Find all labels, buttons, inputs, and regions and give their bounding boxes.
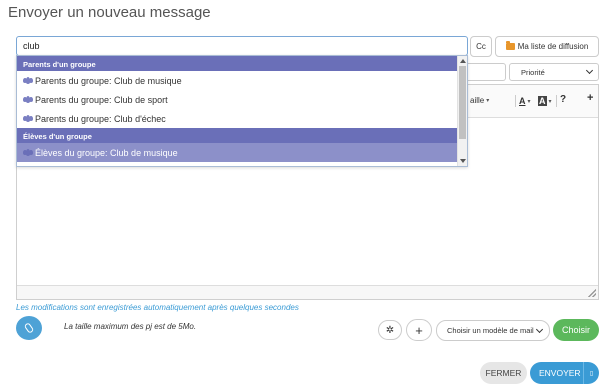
suggestion-item[interactable]: Parents du groupe: Club de sport	[17, 90, 457, 109]
caret-down-icon: ▾	[486, 98, 490, 104]
group-header-students: Élèves d'un groupe	[17, 128, 457, 143]
attachment-size-info: La taille maximum des pj est de 5Mo.	[64, 322, 197, 331]
toolbar-separator	[556, 95, 557, 107]
font-size-dropdown[interactable]: aille ▾	[470, 96, 489, 105]
suggestion-label: Élèves du groupe: Club de musique	[35, 147, 178, 158]
send-button[interactable]: ENVOYER ▯	[530, 362, 599, 384]
mail-template-select[interactable]: Choisir un modèle de mail	[436, 320, 550, 341]
suggestion-label: Parents du groupe: Club de musique	[35, 75, 182, 86]
attach-file-button[interactable]	[16, 316, 42, 340]
caret-down-icon: ▾	[548, 98, 552, 105]
editor-statusbar	[17, 285, 598, 299]
close-button[interactable]: FERMER	[480, 362, 527, 384]
toolbar-separator	[515, 95, 516, 107]
distribution-list-button[interactable]: Ma liste de diffusion	[495, 36, 599, 57]
help-button[interactable]: ?	[560, 94, 566, 105]
chevron-down-icon	[535, 325, 544, 333]
send-options-caret-icon[interactable]: ▯	[583, 362, 599, 384]
template-settings-button[interactable]: ✲	[378, 320, 402, 340]
send-label: ENVOYER	[539, 368, 581, 378]
dropdown-scrollbar[interactable]	[457, 56, 467, 166]
users-icon	[23, 115, 33, 122]
scroll-down-icon[interactable]	[460, 159, 466, 163]
plus-icon: +	[415, 322, 423, 338]
group-header-parents: Parents d'un groupe	[17, 56, 457, 71]
autosave-notice: Les modifications sont enregistrées auto…	[16, 303, 299, 312]
chevron-down-icon	[585, 66, 594, 75]
template-select-label: Choisir un modèle de mail	[447, 326, 534, 335]
font-color-icon: A	[519, 96, 526, 106]
suggestion-label: Parents du groupe: Club de sport	[35, 94, 168, 105]
font-size-label: aille	[470, 96, 485, 105]
suggestion-list: Parents d'un groupe Parents du groupe: C…	[17, 56, 457, 162]
scroll-up-icon[interactable]	[460, 59, 466, 63]
users-icon	[23, 149, 33, 156]
users-icon	[23, 96, 33, 103]
font-color-button[interactable]: A ▾	[519, 96, 531, 106]
suggestion-label: Parents du groupe: Club d'échec	[35, 113, 166, 124]
add-template-button[interactable]: +	[406, 319, 432, 341]
folder-icon	[505, 41, 515, 50]
recipient-suggestions-dropdown[interactable]: Parents d'un groupe Parents du groupe: C…	[16, 55, 468, 167]
caret-down-icon: ▾	[527, 98, 531, 105]
cc-button[interactable]: Cc	[470, 36, 492, 57]
recipient-search-input[interactable]: club	[16, 36, 468, 56]
suggestion-item[interactable]: Parents du groupe: Club d'échec	[17, 109, 457, 128]
paperclip-icon	[23, 322, 35, 334]
suggestion-item-selected[interactable]: Élèves du groupe: Club de musique	[17, 143, 457, 162]
background-color-icon: A	[538, 96, 547, 106]
suggestion-item[interactable]: Parents du groupe: Club de musique	[17, 71, 457, 90]
scrollbar-thumb[interactable]	[459, 66, 466, 139]
users-icon	[23, 77, 33, 84]
choose-template-button[interactable]: Choisir	[553, 319, 599, 341]
gear-icon: ✲	[385, 324, 395, 336]
page-title: Envoyer un nouveau message	[8, 4, 211, 21]
distribution-list-label: Ma liste de diffusion	[517, 42, 589, 51]
background-color-button[interactable]: A ▾	[538, 96, 552, 106]
more-tools-button[interactable]: +	[587, 92, 593, 104]
resize-handle-icon[interactable]	[588, 289, 596, 297]
priority-select[interactable]: Priorité	[509, 63, 599, 81]
priority-label: Priorité	[521, 67, 545, 77]
